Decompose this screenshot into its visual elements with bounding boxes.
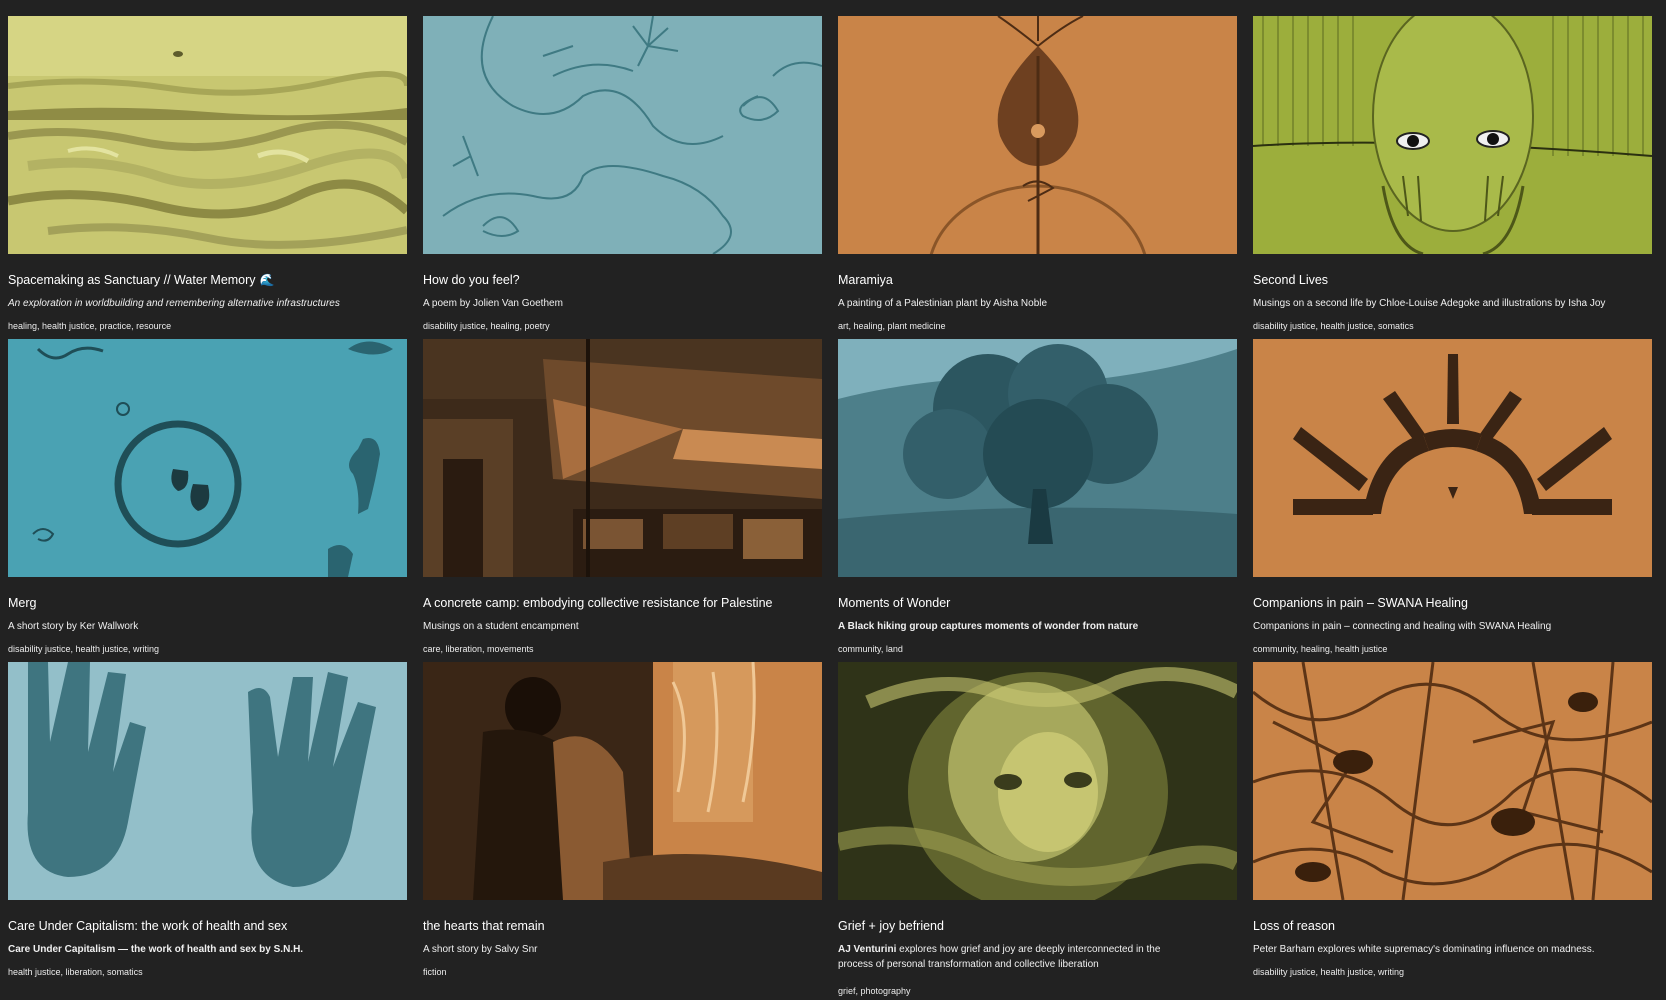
- card-title[interactable]: Merg: [8, 595, 36, 611]
- card-tags[interactable]: disability justice, health justice, writ…: [8, 643, 159, 655]
- card-description: Companions in pain – connecting and heal…: [1253, 621, 1552, 632]
- wave-emoji-icon: 🌊: [259, 273, 275, 287]
- card-description: A Black hiking group captures moments of…: [838, 621, 1139, 632]
- card-description: Peter Barham explores white supremacy's …: [1253, 944, 1595, 955]
- card-title[interactable]: Spacemaking as Sanctuary // Water Memory…: [8, 272, 275, 288]
- article-card-spacemaking[interactable]: Spacemaking as Sanctuary // Water Memory…: [8, 16, 407, 339]
- card-description: A short story by Salvy Snr: [423, 944, 538, 955]
- card-description: A short story by Ker Wallwork: [8, 621, 139, 632]
- card-description: AJ Venturini explores how grief and joy …: [838, 942, 1198, 972]
- card-title[interactable]: Maramiya: [838, 272, 893, 288]
- card-title[interactable]: Moments of Wonder: [838, 595, 950, 611]
- card-tags[interactable]: community, healing, health justice: [1253, 643, 1387, 655]
- thumbnail-image-hugging-figures[interactable]: [423, 662, 822, 900]
- thumbnail-image-sun-brushstroke[interactable]: [1253, 339, 1652, 577]
- card-tags[interactable]: community, land: [838, 643, 903, 655]
- card-title[interactable]: A concrete camp: embodying collective re…: [423, 595, 772, 611]
- card-tags[interactable]: health justice, liberation, somatics: [8, 966, 143, 978]
- card-description: A painting of a Palestinian plant by Ais…: [838, 298, 1048, 309]
- card-description: Musings on a student encampment: [423, 621, 579, 632]
- card-title[interactable]: Companions in pain – SWANA Healing: [1253, 595, 1468, 611]
- article-card-grief-joy[interactable]: Grief + joy befriend AJ Venturini explor…: [838, 662, 1237, 996]
- article-grid: Spacemaking as Sanctuary // Water Memory…: [8, 16, 1652, 996]
- card-tags[interactable]: disability justice, health justice, soma…: [1253, 320, 1414, 332]
- article-card-maramiya[interactable]: Maramiya A painting of a Palestinian pla…: [838, 16, 1237, 339]
- article-card-hearts-that-remain[interactable]: the hearts that remain A short story by …: [423, 662, 822, 985]
- card-title[interactable]: How do you feel?: [423, 272, 520, 288]
- thumbnail-image-tree[interactable]: [838, 339, 1237, 577]
- article-card-how-do-you-feel[interactable]: How do you feel? A poem by Jolien Van Go…: [423, 16, 822, 339]
- article-card-moments-of-wonder[interactable]: Moments of Wonder A Black hiking group c…: [838, 339, 1237, 662]
- card-tags[interactable]: fiction: [423, 966, 447, 978]
- card-title[interactable]: Loss of reason: [1253, 918, 1335, 934]
- card-description: An exploration in worldbuilding and reme…: [8, 298, 340, 309]
- thumbnail-image-line-drawing[interactable]: [423, 16, 822, 254]
- thumbnail-image-abstract[interactable]: [1253, 662, 1652, 900]
- thumbnail-image-face-illustration[interactable]: [1253, 16, 1652, 254]
- card-tags[interactable]: art, healing, plant medicine: [838, 320, 946, 332]
- article-card-companions-in-pain[interactable]: Companions in pain – SWANA Healing Compa…: [1253, 339, 1652, 662]
- thumbnail-image-seascape[interactable]: [8, 16, 407, 254]
- article-card-second-lives[interactable]: Second Lives Musings on a second life by…: [1253, 16, 1652, 339]
- article-card-concrete-camp[interactable]: A concrete camp: embodying collective re…: [423, 339, 822, 662]
- thumbnail-image-plant-painting[interactable]: [838, 16, 1237, 254]
- card-tags[interactable]: grief, photography: [838, 985, 911, 997]
- card-title[interactable]: Second Lives: [1253, 272, 1328, 288]
- card-tags[interactable]: disability justice, health justice, writ…: [1253, 966, 1404, 978]
- card-title[interactable]: the hearts that remain: [423, 918, 545, 934]
- thumbnail-image-circle-jugs[interactable]: [8, 339, 407, 577]
- card-description: Care Under Capitalism — the work of heal…: [8, 944, 304, 955]
- card-title[interactable]: Care Under Capitalism: the work of healt…: [8, 918, 287, 934]
- card-description-author: AJ Venturini: [838, 944, 897, 955]
- card-tags[interactable]: healing, health justice, practice, resou…: [8, 320, 171, 332]
- card-description: A poem by Jolien Van Goethem: [423, 298, 563, 309]
- article-card-merg[interactable]: Merg A short story by Ker Wallwork disab…: [8, 339, 407, 662]
- card-description: Musings on a second life by Chloe-Louise…: [1253, 298, 1606, 309]
- card-tags[interactable]: care, liberation, movements: [423, 643, 534, 655]
- thumbnail-image-blurred-face[interactable]: [838, 662, 1237, 900]
- article-card-care-under-capitalism[interactable]: Care Under Capitalism: the work of healt…: [8, 662, 407, 985]
- thumbnail-image-encampment[interactable]: [423, 339, 822, 577]
- article-card-loss-of-reason[interactable]: Loss of reason Peter Barham explores whi…: [1253, 662, 1652, 985]
- card-tags[interactable]: disability justice, healing, poetry: [423, 320, 550, 332]
- card-title[interactable]: Grief + joy befriend: [838, 918, 944, 934]
- thumbnail-image-hands[interactable]: [8, 662, 407, 900]
